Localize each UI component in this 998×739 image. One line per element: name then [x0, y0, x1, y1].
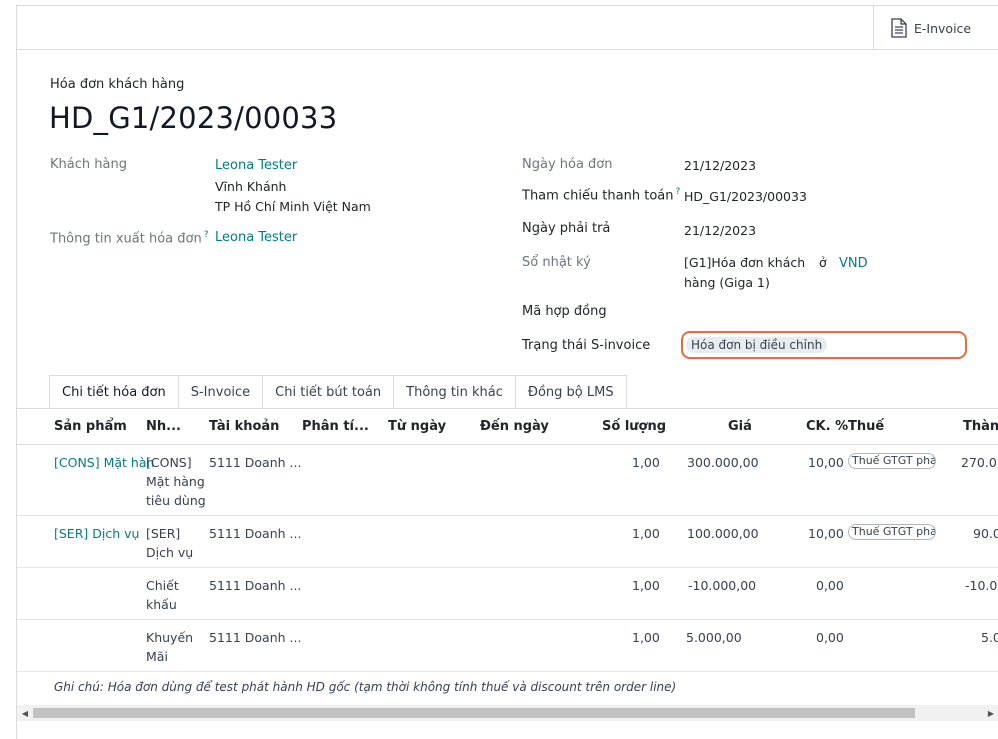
currency-prefix: ở	[819, 255, 827, 270]
table-row-label[interactable]: [SER]	[146, 524, 180, 543]
table-row-account[interactable]: 5111 Doanh ...	[209, 576, 301, 595]
document-type-subtitle: Hóa đơn khách hàng	[50, 77, 185, 92]
col-header-subtotal[interactable]: Thành	[963, 419, 998, 434]
notebook-tabs: Chi tiết hóa đơn S-Invoice Chi tiết bút …	[49, 375, 627, 409]
table-row-quantity[interactable]: 1,00	[632, 576, 660, 595]
tab-journal-items[interactable]: Chi tiết bút toán	[263, 375, 395, 409]
table-row-discount[interactable]: 10,00	[808, 453, 844, 472]
table-row-discount[interactable]: 10,00	[808, 524, 844, 543]
table-row-label[interactable]: Mặt hàng	[146, 472, 205, 491]
table-row-price[interactable]: -10.000,00	[688, 576, 756, 595]
table-row-quantity[interactable]: 1,00	[632, 453, 660, 472]
tabs-divider	[17, 408, 998, 409]
table-row-discount[interactable]: 0,00	[816, 628, 844, 647]
table-row-subtotal: -10.0	[965, 578, 998, 593]
table-row-label[interactable]: tiêu dùng	[146, 491, 206, 510]
due-date-label: Ngày phải trả	[522, 221, 611, 236]
col-header-quantity[interactable]: Số lượng	[602, 419, 666, 434]
invoice-date-label: Ngày hóa đơn	[522, 157, 613, 172]
row-divider	[17, 515, 998, 516]
form-toolbar: E-Invoice	[17, 6, 998, 50]
customer-label: Khách hàng	[50, 157, 127, 172]
horizontal-scrollbar[interactable]: ◀ ▶	[17, 705, 998, 721]
table-row-label[interactable]: Khuyến	[146, 628, 193, 647]
customer-link[interactable]: Leona Tester	[215, 158, 297, 173]
table-row-label[interactable]: Mãi	[146, 647, 168, 666]
col-header-product[interactable]: Sản phẩm	[54, 419, 127, 434]
customer-address-line2: TP Hồ Chí Minh Việt Nam	[215, 199, 371, 214]
table-row-account[interactable]: 5111 Doanh ...	[209, 453, 301, 472]
table-row-price[interactable]: 5.000,00	[686, 628, 742, 647]
scroll-left-icon[interactable]: ◀	[17, 705, 33, 721]
document-icon	[891, 18, 907, 38]
col-header-price[interactable]: Giá	[728, 419, 752, 434]
table-row-label[interactable]: Chiết	[146, 576, 179, 595]
help-tooltip-icon[interactable]: ?	[675, 187, 680, 197]
scrollbar-thumb[interactable]	[33, 708, 915, 718]
row-divider	[17, 671, 998, 672]
col-header-label[interactable]: Nh...	[146, 419, 181, 434]
invoice-info-label: Thông tin xuất hóa đơn?	[50, 230, 208, 246]
table-row-account[interactable]: 5111 Doanh ...	[209, 524, 301, 543]
col-header-account[interactable]: Tài khoản	[209, 419, 279, 434]
tax-tag[interactable]: Thuế GTGT phả	[848, 453, 936, 469]
payment-ref-value[interactable]: HD_G1/2023/00033	[684, 189, 807, 204]
row-divider	[17, 619, 998, 620]
invoice-note[interactable]: Ghi chú: Hóa đơn dùng để test phát hành …	[54, 680, 676, 694]
table-header-divider	[17, 444, 998, 445]
col-header-tax[interactable]: Thuế	[848, 419, 884, 434]
col-header-to-date[interactable]: Đến ngày	[480, 419, 549, 434]
sinvoice-status-field[interactable]: Hóa đơn bị điều chỉnh	[681, 331, 967, 359]
currency-link[interactable]: VND	[839, 256, 868, 271]
table-row-label[interactable]: Dịch vụ	[146, 543, 193, 562]
tab-lms-sync[interactable]: Đồng bộ LMS	[515, 375, 627, 409]
table-row-account[interactable]: 5111 Doanh ...	[209, 628, 301, 647]
table-row-label[interactable]: [CONS]	[146, 453, 192, 472]
table-row-quantity[interactable]: 1,00	[632, 524, 660, 543]
einvoice-button-label: E-Invoice	[914, 20, 972, 36]
journal-label: Sổ nhật ký	[522, 255, 591, 270]
invoice-info-link[interactable]: Leona Tester	[215, 230, 297, 245]
table-row-product[interactable]: [SER] Dịch vụ	[54, 524, 139, 543]
customer-address-line1: Vĩnh Khánh	[215, 179, 287, 194]
payment-ref-label: Tham chiếu thanh toán?	[522, 187, 680, 203]
sinvoice-status-badge: Hóa đơn bị điều chỉnh	[686, 337, 828, 353]
help-tooltip-icon[interactable]: ?	[204, 230, 209, 240]
tab-s-invoice[interactable]: S-Invoice	[178, 375, 264, 409]
col-header-from-date[interactable]: Từ ngày	[388, 419, 446, 434]
tax-tag[interactable]: Thuế GTGT phả	[848, 524, 936, 540]
journal-value-line1: [G1]Hóa đơn khách	[684, 255, 806, 270]
invoice-info-label-text: Thông tin xuất hóa đơn	[50, 231, 202, 247]
einvoice-button[interactable]: E-Invoice	[873, 6, 998, 50]
col-header-analytic[interactable]: Phân tí...	[302, 419, 369, 434]
table-row-product[interactable]: [CONS] Mặt hàn	[54, 453, 154, 472]
sinvoice-status-label: Trạng thái S-invoice	[522, 338, 651, 353]
table-row-subtotal: 90.0	[973, 526, 998, 541]
scroll-right-icon[interactable]: ▶	[983, 705, 998, 721]
payment-ref-label-text: Tham chiếu thanh toán	[522, 188, 674, 204]
invoice-number-title: HD_G1/2023/00033	[49, 101, 338, 135]
journal-value-line2: hàng (Giga 1)	[684, 275, 770, 290]
table-row-price[interactable]: 300.000,00	[687, 453, 759, 472]
table-row-quantity[interactable]: 1,00	[632, 628, 660, 647]
tab-invoice-lines[interactable]: Chi tiết hóa đơn	[49, 375, 179, 409]
invoice-form-sheet: E-Invoice Hóa đơn khách hàng HD_G1/2023/…	[16, 5, 998, 739]
contract-code-label: Mã hợp đồng	[522, 304, 607, 319]
table-row-label[interactable]: khấu	[146, 595, 177, 614]
table-row-discount[interactable]: 0,00	[816, 576, 844, 595]
invoice-date-value[interactable]: 21/12/2023	[684, 158, 756, 173]
row-divider	[17, 567, 998, 568]
table-row-subtotal: 5.0	[981, 630, 998, 645]
table-row-subtotal: 270.0	[961, 455, 997, 470]
tab-other-info[interactable]: Thông tin khác	[394, 375, 516, 409]
due-date-value[interactable]: 21/12/2023	[684, 223, 756, 238]
table-row-price[interactable]: 100.000,00	[687, 524, 759, 543]
col-header-discount[interactable]: CK. %	[806, 419, 848, 434]
